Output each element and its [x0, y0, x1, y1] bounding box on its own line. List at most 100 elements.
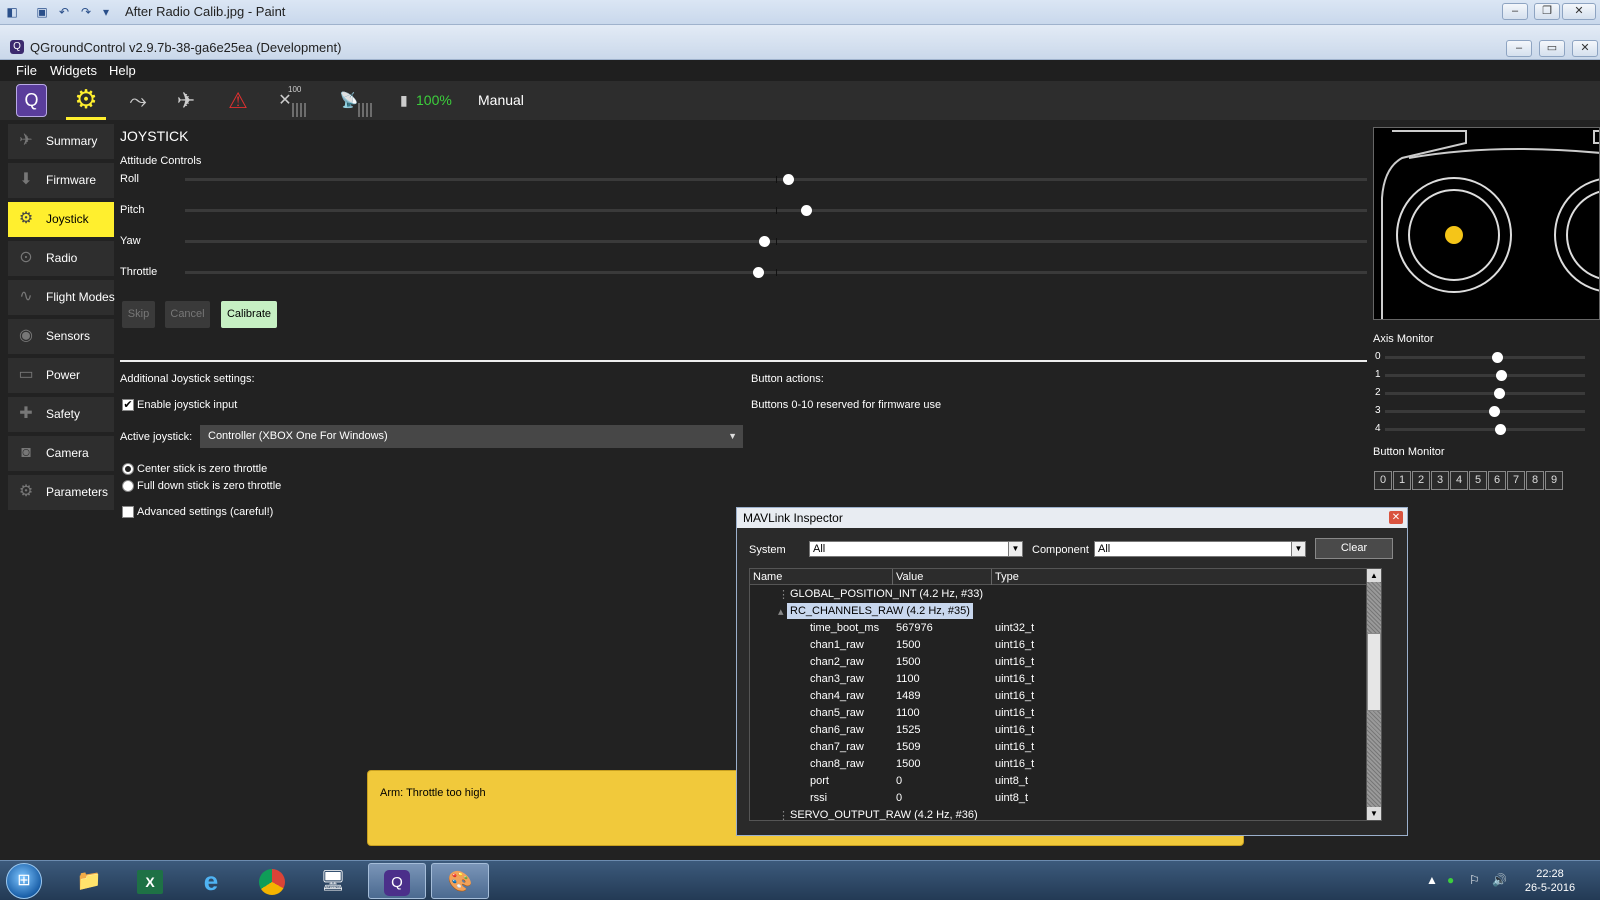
- paint-restore-button[interactable]: ❐: [1534, 3, 1560, 20]
- redo-icon[interactable]: ↷: [78, 4, 94, 20]
- expand-icon[interactable]: ▴: [778, 605, 784, 618]
- column-header-name[interactable]: Name: [753, 571, 782, 583]
- scroll-down-icon[interactable]: ▼: [1367, 807, 1381, 820]
- sidebar-item-parameters[interactable]: ⚙ Parameters: [8, 475, 114, 510]
- tree-field-row[interactable]: chan2_raw 1500 uint16_t: [750, 654, 1375, 671]
- scroll-thumb[interactable]: [1367, 633, 1381, 711]
- section-divider: [120, 360, 1367, 362]
- full-down-label: Full down stick is zero throttle: [137, 480, 282, 492]
- calibrate-button[interactable]: Calibrate: [221, 301, 277, 328]
- menu-help[interactable]: Help: [109, 63, 136, 78]
- tray-expand-icon[interactable]: ▲: [1426, 873, 1438, 887]
- chrome-icon[interactable]: [243, 863, 301, 899]
- dialog-titlebar[interactable]: MAVLink Inspector ✕: [737, 508, 1407, 528]
- tree-message-row[interactable]: ⋮ GLOBAL_POSITION_INT (4.2 Hz, #33): [750, 586, 1375, 603]
- menu-widgets[interactable]: Widgets: [50, 63, 97, 78]
- sidebar-item-summary[interactable]: ✈ Summary: [8, 124, 114, 159]
- axis-monitor-label: 1: [1375, 369, 1381, 380]
- row-name: chan5_raw: [810, 707, 864, 719]
- quick-access-dropdown-icon[interactable]: ▾: [98, 4, 114, 20]
- tree-field-row[interactable]: port 0 uint8_t: [750, 773, 1375, 790]
- start-button[interactable]: ⊞: [6, 863, 42, 899]
- axis-knob: [759, 236, 771, 247]
- tree-message-row[interactable]: ⋮ SERVO_OUTPUT_RAW (4.2 Hz, #36): [750, 807, 1375, 820]
- sidebar-item-safety[interactable]: ✚ Safety: [8, 397, 114, 432]
- warning-icon[interactable]: ⚠: [222, 85, 254, 117]
- cancel-button[interactable]: Cancel: [165, 301, 210, 328]
- axis-track: [185, 236, 1367, 247]
- sensor-icon: ◉: [19, 327, 33, 344]
- tray-status-icon[interactable]: ●: [1447, 873, 1454, 887]
- explorer-icon[interactable]: 📁: [60, 863, 118, 899]
- sidebar-item-joystick[interactable]: ⚙ Joystick: [8, 202, 114, 237]
- sidebar-item-power[interactable]: ▭ Power: [8, 358, 114, 393]
- plan-route-icon[interactable]: ⤳: [122, 85, 154, 117]
- clear-button[interactable]: Clear: [1315, 538, 1393, 559]
- column-header-value[interactable]: Value: [896, 571, 923, 583]
- tree-field-row[interactable]: chan3_raw 1100 uint16_t: [750, 671, 1375, 688]
- center-stick-radio[interactable]: [122, 463, 134, 475]
- row-type: uint16_t: [995, 724, 1035, 736]
- row-value: 0: [896, 775, 903, 787]
- sidebar-item-flight-modes[interactable]: ∿ Flight Modes: [8, 280, 115, 315]
- enable-joystick-checkbox[interactable]: ✔: [122, 399, 134, 411]
- full-down-radio[interactable]: [122, 480, 134, 492]
- column-header-type[interactable]: Type: [995, 571, 1019, 583]
- axis-monitor-label: 3: [1375, 405, 1381, 416]
- component-select[interactable]: All ▼: [1094, 541, 1306, 557]
- tree-field-row[interactable]: chan4_raw 1489 uint16_t: [750, 688, 1375, 705]
- qgc-icon[interactable]: Q: [368, 863, 426, 899]
- firmware-icon: ⬇: [19, 171, 33, 188]
- advanced-settings-checkbox[interactable]: [122, 506, 134, 518]
- axis-monitor-track: [1385, 388, 1585, 399]
- flight-mode[interactable]: Manual: [478, 92, 524, 108]
- skip-button[interactable]: Skip: [122, 301, 155, 328]
- excel-icon[interactable]: X: [121, 863, 179, 899]
- close-icon[interactable]: ✕: [1389, 511, 1403, 524]
- paint-close-button[interactable]: ✕: [1562, 3, 1596, 20]
- axis-label: Throttle: [120, 266, 158, 278]
- qgc-close-button[interactable]: ✕: [1572, 40, 1598, 57]
- qgc-minimize-button[interactable]: –: [1506, 40, 1532, 57]
- row-type: uint16_t: [995, 707, 1035, 719]
- tree-field-row[interactable]: chan7_raw 1509 uint16_t: [750, 739, 1375, 756]
- active-joystick-select[interactable]: Controller (XBOX One For Windows) ▼: [200, 425, 743, 448]
- ie-icon[interactable]: e: [182, 863, 240, 899]
- sidebar-item-firmware[interactable]: ⬇ Firmware: [8, 163, 114, 198]
- remote-desktop-icon[interactable]: 🖥: [304, 863, 362, 899]
- tree-message-row[interactable]: ▴ RC_CHANNELS_RAW (4.2 Hz, #35): [750, 603, 1375, 620]
- setup-gears-icon[interactable]: ⚙: [66, 81, 106, 120]
- rc-signal-icon[interactable]: 📡: [334, 85, 378, 117]
- system-clock[interactable]: 22:28 26-5-2016: [1520, 867, 1580, 895]
- battery-icon[interactable]: ▮: [400, 92, 408, 109]
- scroll-up-icon[interactable]: ▲: [1367, 569, 1381, 582]
- save-icon[interactable]: ▣: [34, 4, 50, 20]
- volume-icon[interactable]: 🔊: [1492, 873, 1507, 887]
- undo-icon[interactable]: ↶: [56, 4, 72, 20]
- sidebar-item-sensors[interactable]: ◉ Sensors: [8, 319, 114, 354]
- monitor-button: 2: [1412, 471, 1430, 490]
- tree-scrollbar[interactable]: ▲ ▼: [1366, 568, 1382, 821]
- fly-plane-icon[interactable]: ✈: [170, 85, 202, 117]
- monitor-button: 7: [1507, 471, 1525, 490]
- system-select[interactable]: All ▼: [809, 541, 1023, 557]
- paint-icon[interactable]: 🎨: [431, 863, 489, 899]
- tree-field-row[interactable]: time_boot_ms 567976 uint32_t: [750, 620, 1375, 637]
- qgc-logo-button[interactable]: Q: [16, 84, 47, 117]
- row-value: 1500: [896, 758, 921, 770]
- sidebar-item-radio[interactable]: ⊙ Radio: [8, 241, 114, 276]
- tree-field-row[interactable]: rssi 0 uint8_t: [750, 790, 1375, 807]
- tree-field-row[interactable]: chan8_raw 1500 uint16_t: [750, 756, 1375, 773]
- network-icon[interactable]: ⚐: [1469, 873, 1480, 887]
- qgc-maximize-button[interactable]: ▭: [1539, 40, 1565, 57]
- row-type: uint16_t: [995, 673, 1035, 685]
- row-name: chan1_raw: [810, 639, 864, 651]
- sidebar-item-camera[interactable]: ◙ Camera: [8, 436, 114, 471]
- row-type: uint8_t: [995, 775, 1029, 787]
- menu-file[interactable]: File: [16, 63, 37, 78]
- tree-field-row[interactable]: chan5_raw 1100 uint16_t: [750, 705, 1375, 722]
- tree-field-row[interactable]: chan1_raw 1500 uint16_t: [750, 637, 1375, 654]
- tree-field-row[interactable]: chan6_raw 1525 uint16_t: [750, 722, 1375, 739]
- row-value: 1509: [896, 741, 921, 753]
- paint-minimize-button[interactable]: –: [1502, 3, 1528, 20]
